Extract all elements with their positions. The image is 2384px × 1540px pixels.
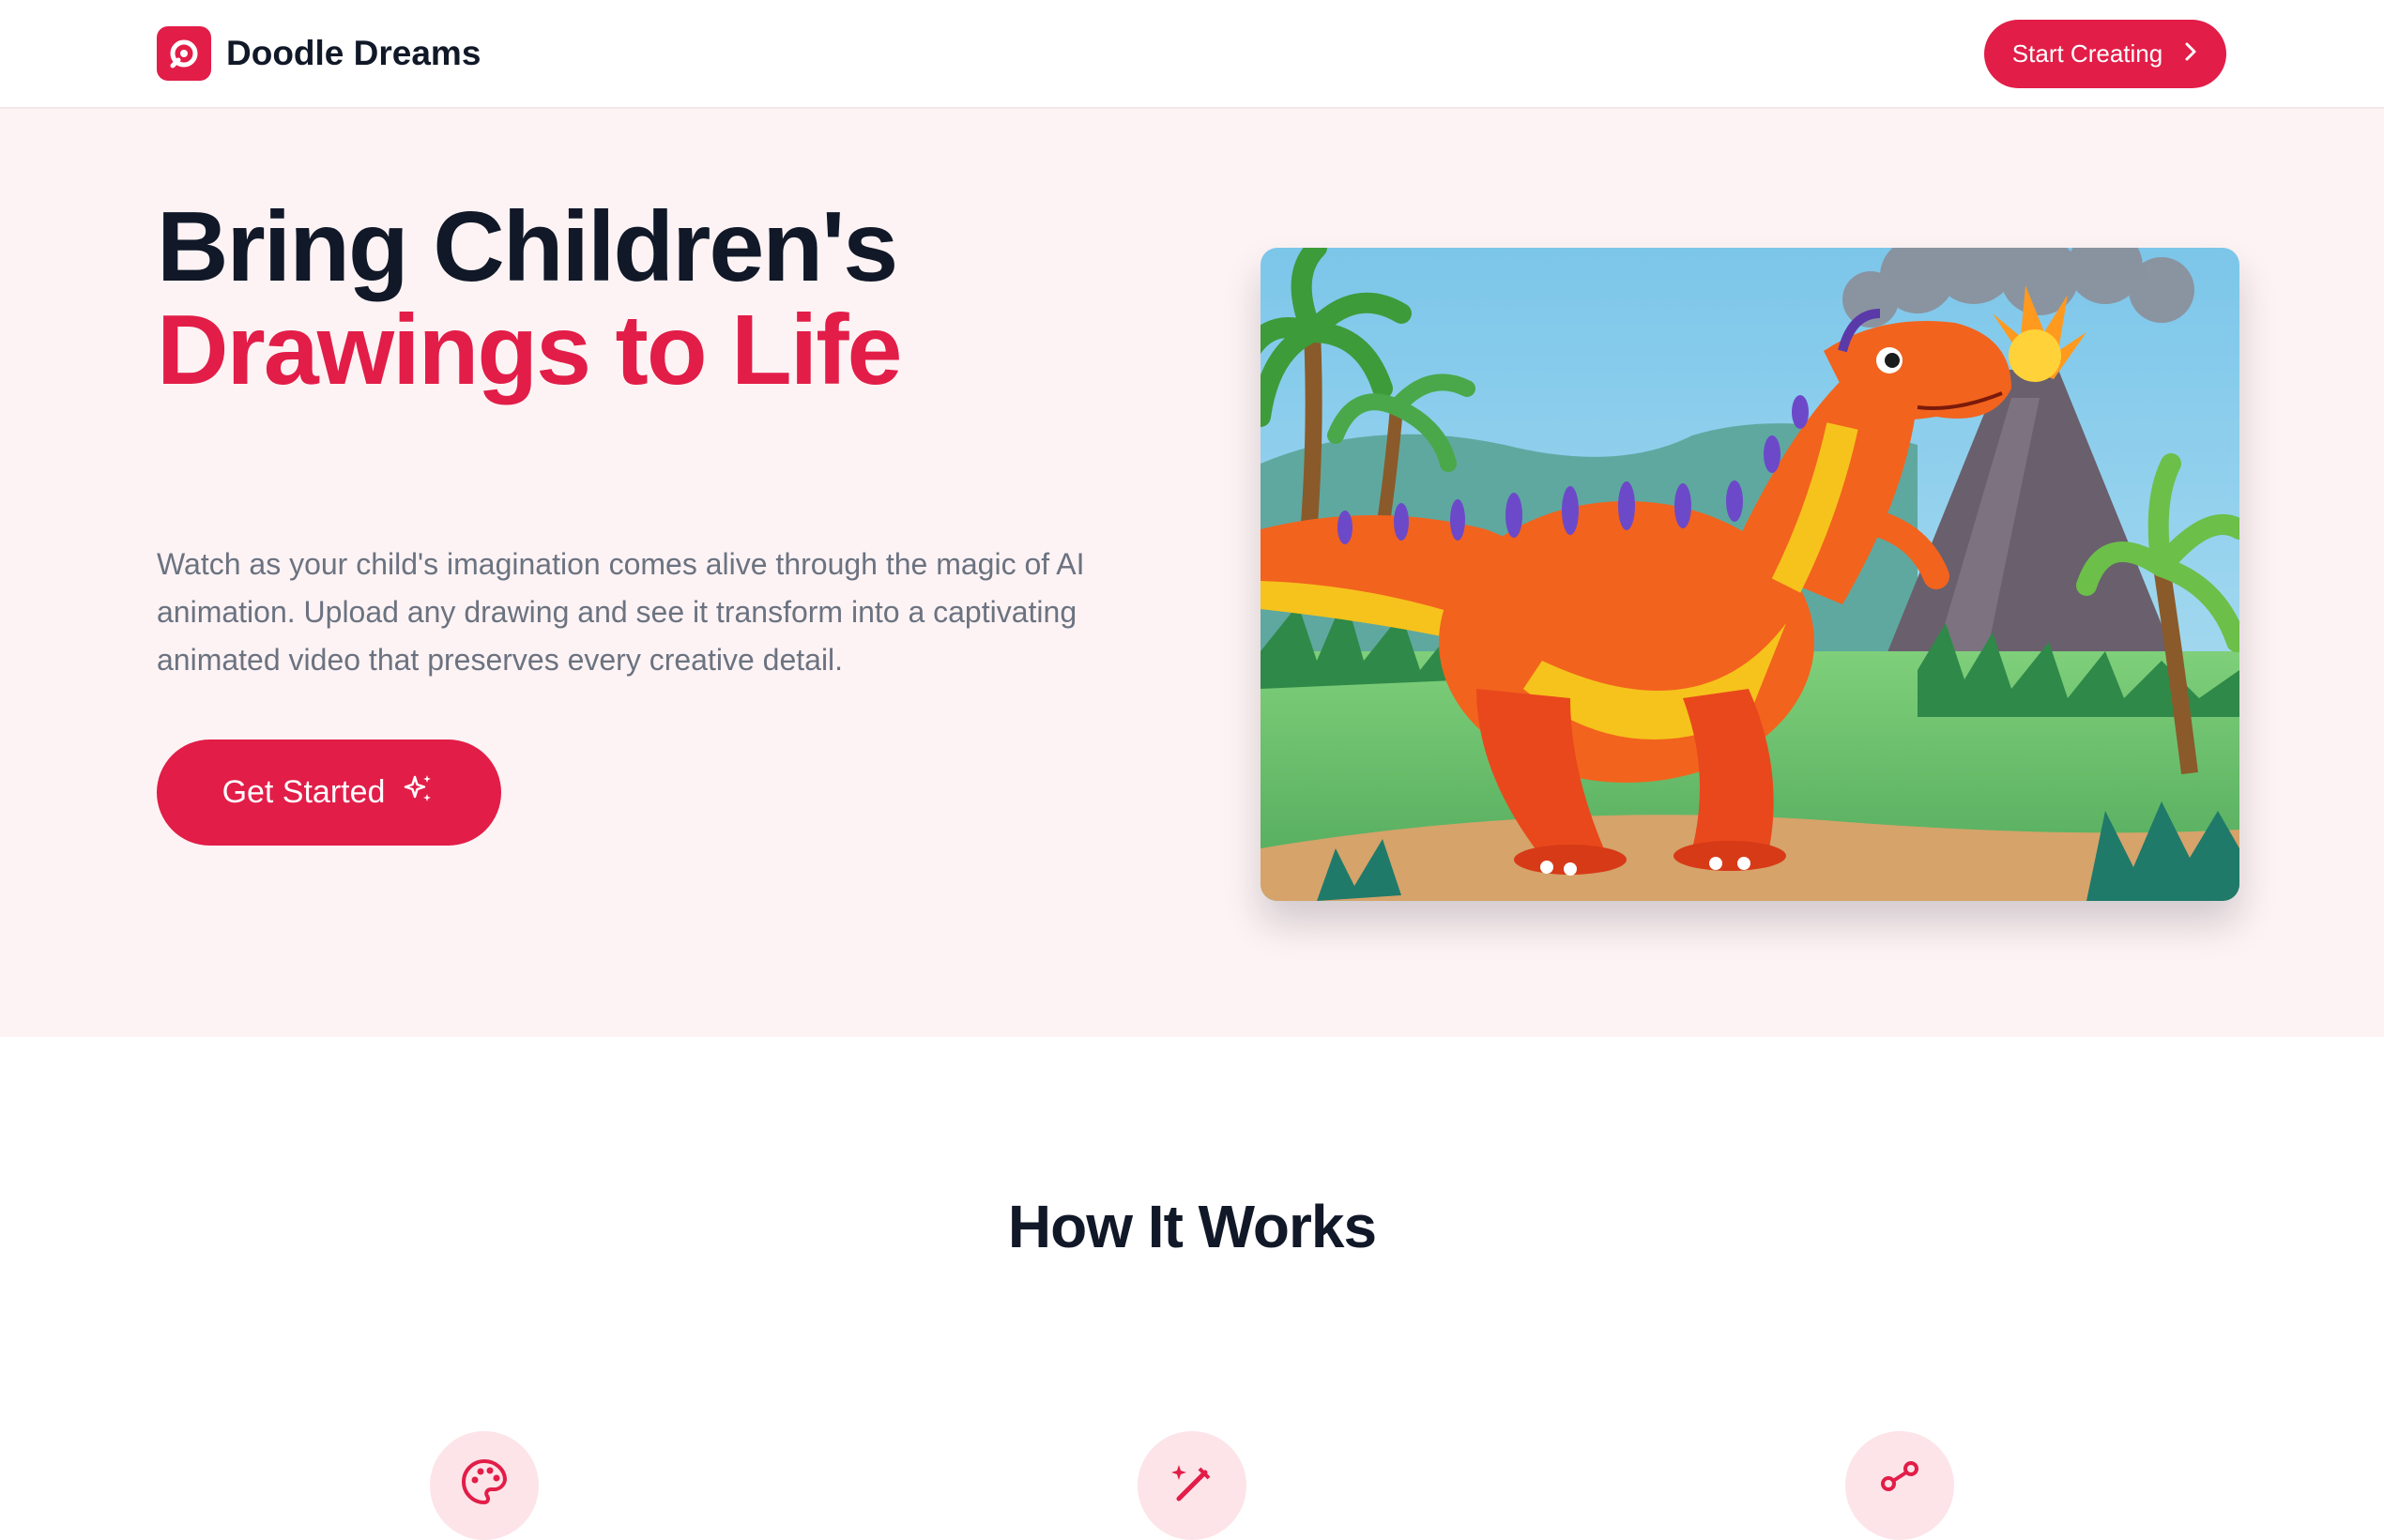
- palette-icon: [430, 1431, 539, 1540]
- hero-title: Bring Children's Drawings to Life: [157, 191, 903, 405]
- brand-name: Doodle Dreams: [226, 34, 481, 72]
- dinosaur-volcano-drawing: [1261, 248, 2239, 901]
- chevron-right-icon: [2183, 39, 2198, 69]
- how-it-works-heading: How It Works: [1007, 1193, 1377, 1260]
- doodle-logo-icon: [157, 26, 211, 81]
- get-started-label: Get Started: [222, 774, 386, 810]
- brand[interactable]: Doodle Dreams: [157, 26, 481, 81]
- start-creating-button[interactable]: Start Creating: [1984, 20, 2226, 88]
- hero-subtitle: Watch as your child's imagination comes …: [157, 547, 1085, 677]
- get-started-button[interactable]: Get Started: [157, 740, 501, 846]
- sparkles-icon: [402, 771, 436, 814]
- start-creating-label: Start Creating: [2011, 39, 2163, 68]
- top-nav: Doodle Dreams Start Creating: [0, 0, 2384, 109]
- magic-wand-icon: [1138, 1431, 1246, 1540]
- hero-title-line2: Drawings to Life: [157, 295, 903, 405]
- hero-title-line1: Bring Children's: [157, 191, 898, 302]
- share-icon: [1845, 1431, 1954, 1540]
